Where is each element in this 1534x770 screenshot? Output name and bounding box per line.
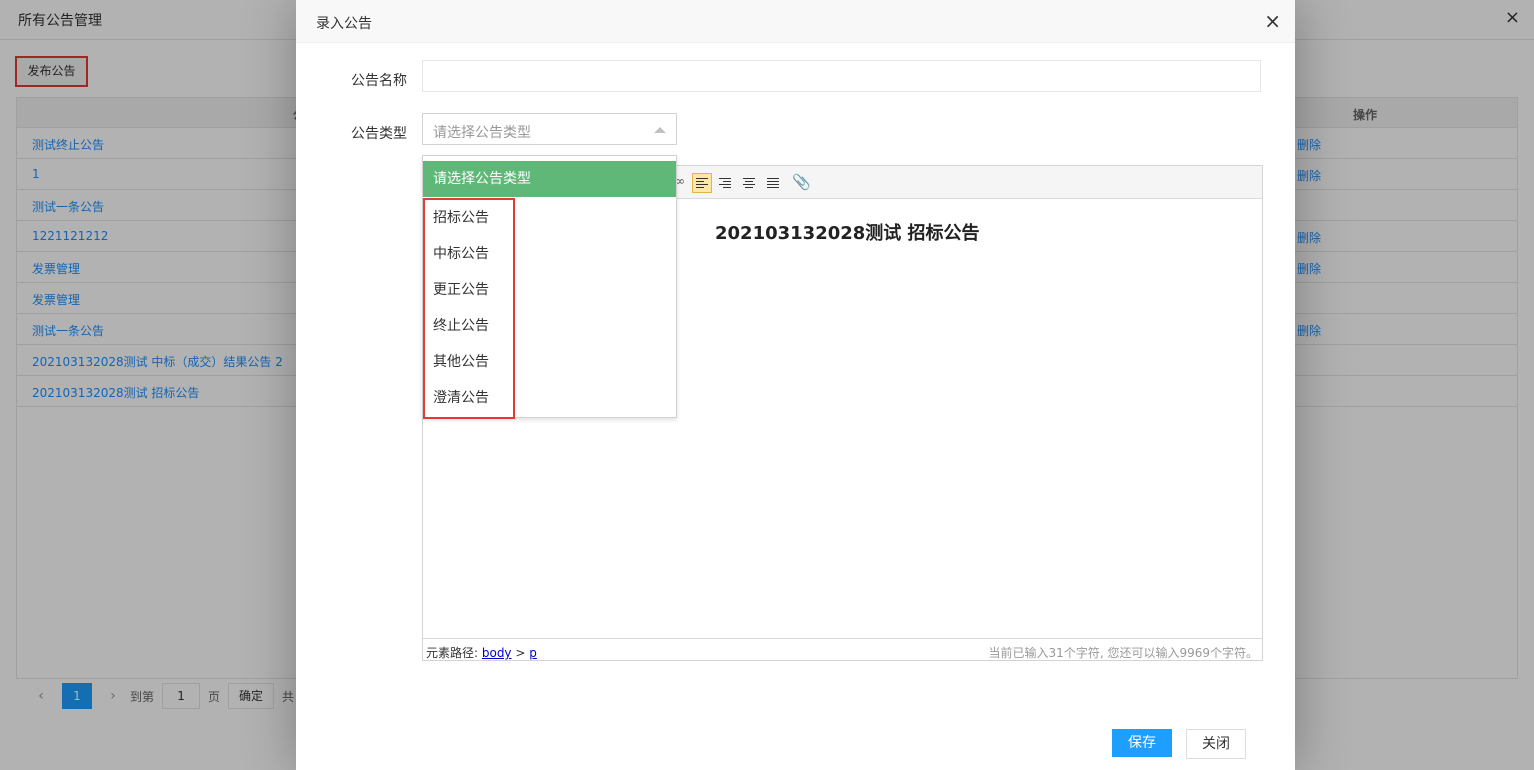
- announcement-type-select[interactable]: 请选择公告类型: [422, 113, 677, 145]
- char-counter: 当前已输入31个字符, 您还可以输入9969个字符。: [988, 646, 1258, 660]
- align-center-icon[interactable]: [740, 173, 760, 193]
- save-button[interactable]: 保存: [1112, 729, 1172, 757]
- dropdown-option[interactable]: 更正公告: [433, 279, 489, 299]
- dropdown-option[interactable]: 中标公告: [433, 243, 489, 263]
- dropdown-option[interactable]: 招标公告: [433, 207, 489, 227]
- editor-heading: 202103132028测试 招标公告: [715, 223, 980, 244]
- announcement-name-input[interactable]: [422, 60, 1261, 92]
- align-right-icon[interactable]: [716, 173, 736, 193]
- dropdown-option[interactable]: 其他公告: [433, 351, 489, 371]
- dropdown-option-placeholder[interactable]: 请选择公告类型: [423, 161, 676, 197]
- type-select-placeholder: 请选择公告类型: [433, 125, 531, 141]
- add-announcement-dialog: 录入公告 × 公告名称 公告类型 请选择公告类型 ∞ 📎 20210313202…: [296, 0, 1295, 770]
- attachment-icon[interactable]: 📎: [792, 173, 811, 191]
- dialog-title: 录入公告: [316, 16, 372, 32]
- name-label: 公告名称: [351, 73, 407, 89]
- element-path: 元素路径: body > p: [426, 644, 537, 661]
- editor-footer: 元素路径: body > p 当前已输入31个字符, 您还可以输入9969个字符…: [423, 638, 1262, 660]
- dialog-close-icon[interactable]: ×: [1264, 10, 1281, 32]
- element-path-label: 元素路径:: [426, 646, 482, 660]
- dropdown-option[interactable]: 澄清公告: [433, 387, 489, 407]
- path-p-link[interactable]: p: [529, 646, 537, 660]
- options-highlight-box: [423, 198, 515, 419]
- type-label: 公告类型: [351, 126, 407, 142]
- path-body-link[interactable]: body: [482, 646, 512, 660]
- dropdown-option[interactable]: 终止公告: [433, 315, 489, 335]
- align-justify-icon[interactable]: [764, 173, 784, 193]
- type-dropdown-list: 请选择公告类型 招标公告 中标公告 更正公告 终止公告 其他公告 澄清公告: [422, 155, 677, 419]
- close-button[interactable]: 关闭: [1186, 729, 1246, 759]
- path-separator: >: [511, 646, 530, 660]
- align-left-icon[interactable]: [692, 173, 712, 193]
- dialog-header: 录入公告 ×: [296, 0, 1295, 43]
- caret-up-icon: [654, 127, 666, 133]
